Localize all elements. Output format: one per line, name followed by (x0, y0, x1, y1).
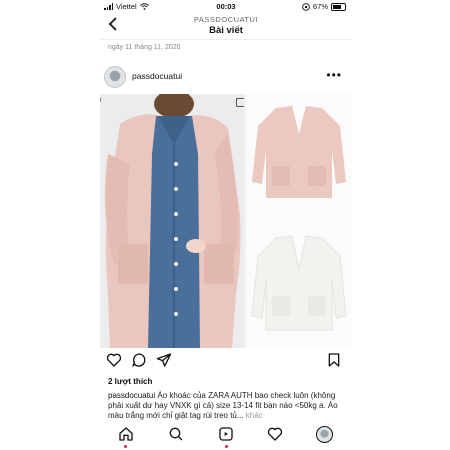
heart-icon (267, 427, 283, 441)
chevron-left-icon[interactable]: ‹ (100, 94, 102, 104)
orientation-lock-icon (302, 2, 310, 11)
caption-more-link[interactable]: khác (246, 411, 263, 420)
tab-reels[interactable] (218, 426, 236, 444)
save-button[interactable] (326, 352, 344, 370)
product-photos (246, 94, 352, 348)
author-username[interactable]: passdocuatui (132, 71, 182, 81)
bottom-tab-bar (100, 422, 352, 450)
send-icon (156, 353, 172, 367)
model-wearing-cardigan-illustration (100, 94, 244, 348)
caption-username[interactable]: passdocuatui (108, 391, 155, 400)
avatar[interactable] (104, 66, 126, 88)
instagram-post-screen: Viettel 00:03 67% PASSDOCUATUI Bài viết … (100, 0, 352, 450)
notification-dot (124, 445, 127, 448)
post-caption: passdocuatui Áo khoác của ZARA AUTH bao … (108, 391, 348, 421)
notification-dot (225, 445, 228, 448)
tab-home[interactable] (118, 426, 136, 444)
multiple-images-icon (236, 98, 244, 107)
navigation-bar: PASSDOCUATUI Bài viết (100, 13, 352, 40)
model-photo: ‹ (100, 94, 244, 348)
like-button[interactable] (106, 352, 124, 370)
post-date: ngày 11 tháng 11, 2020 (108, 44, 181, 51)
battery-label: 67% (312, 2, 328, 11)
bookmark-icon (328, 353, 340, 367)
page-title: Bài viết (209, 25, 243, 36)
search-icon (169, 427, 183, 441)
home-icon (119, 427, 133, 441)
battery-icon (331, 2, 346, 11)
post-image[interactable]: ‹ (100, 94, 352, 348)
status-bar: Viettel 00:03 67% (100, 0, 352, 13)
like-count[interactable]: 2 lượt thích (108, 377, 152, 386)
post-header: passdocuatui ••• (104, 66, 348, 88)
status-right: 67% (302, 2, 346, 11)
tab-activity[interactable] (267, 426, 285, 444)
post-actions (106, 352, 346, 370)
account-name-caps: PASSDOCUATUI (193, 15, 259, 24)
reels-icon (219, 427, 233, 441)
share-button[interactable] (156, 352, 174, 370)
heart-icon (106, 353, 122, 367)
comment-button[interactable] (131, 352, 149, 370)
tab-profile[interactable] (316, 426, 334, 444)
tab-search[interactable] (168, 426, 186, 444)
avatar (316, 426, 333, 443)
cardigan-product-illustration (246, 94, 352, 348)
comment-icon (132, 353, 146, 367)
more-options-icon[interactable]: ••• (326, 68, 342, 82)
